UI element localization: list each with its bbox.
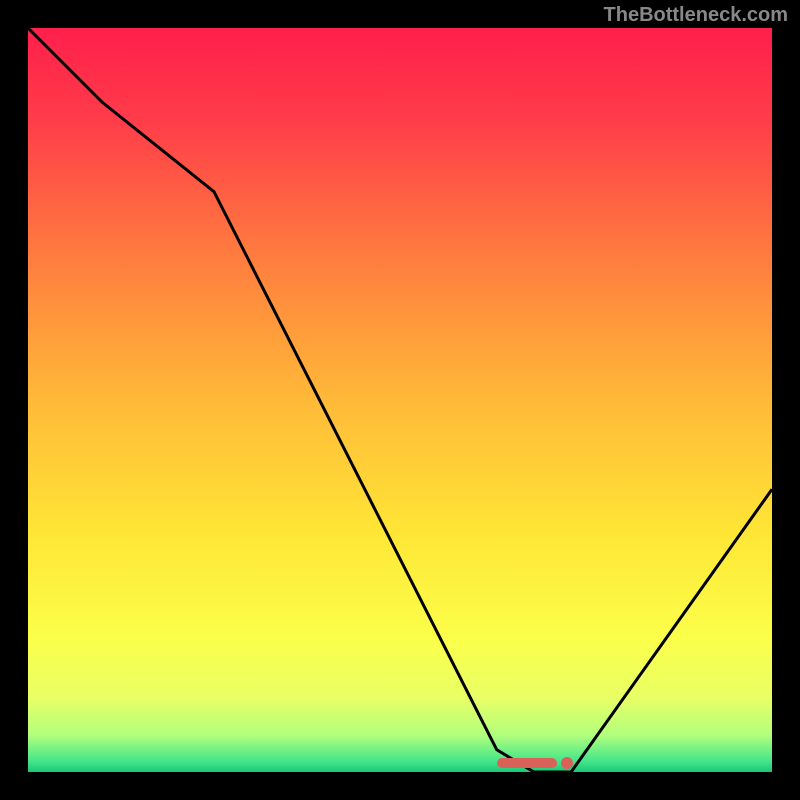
optimal-range-marker-dot [561, 757, 573, 769]
optimal-range-marker [497, 758, 557, 768]
watermark-text: TheBottleneck.com [604, 4, 788, 27]
chart-container: TheBottleneck.com [0, 0, 800, 800]
bottleneck-curve [28, 28, 772, 772]
plot-area [28, 28, 772, 772]
